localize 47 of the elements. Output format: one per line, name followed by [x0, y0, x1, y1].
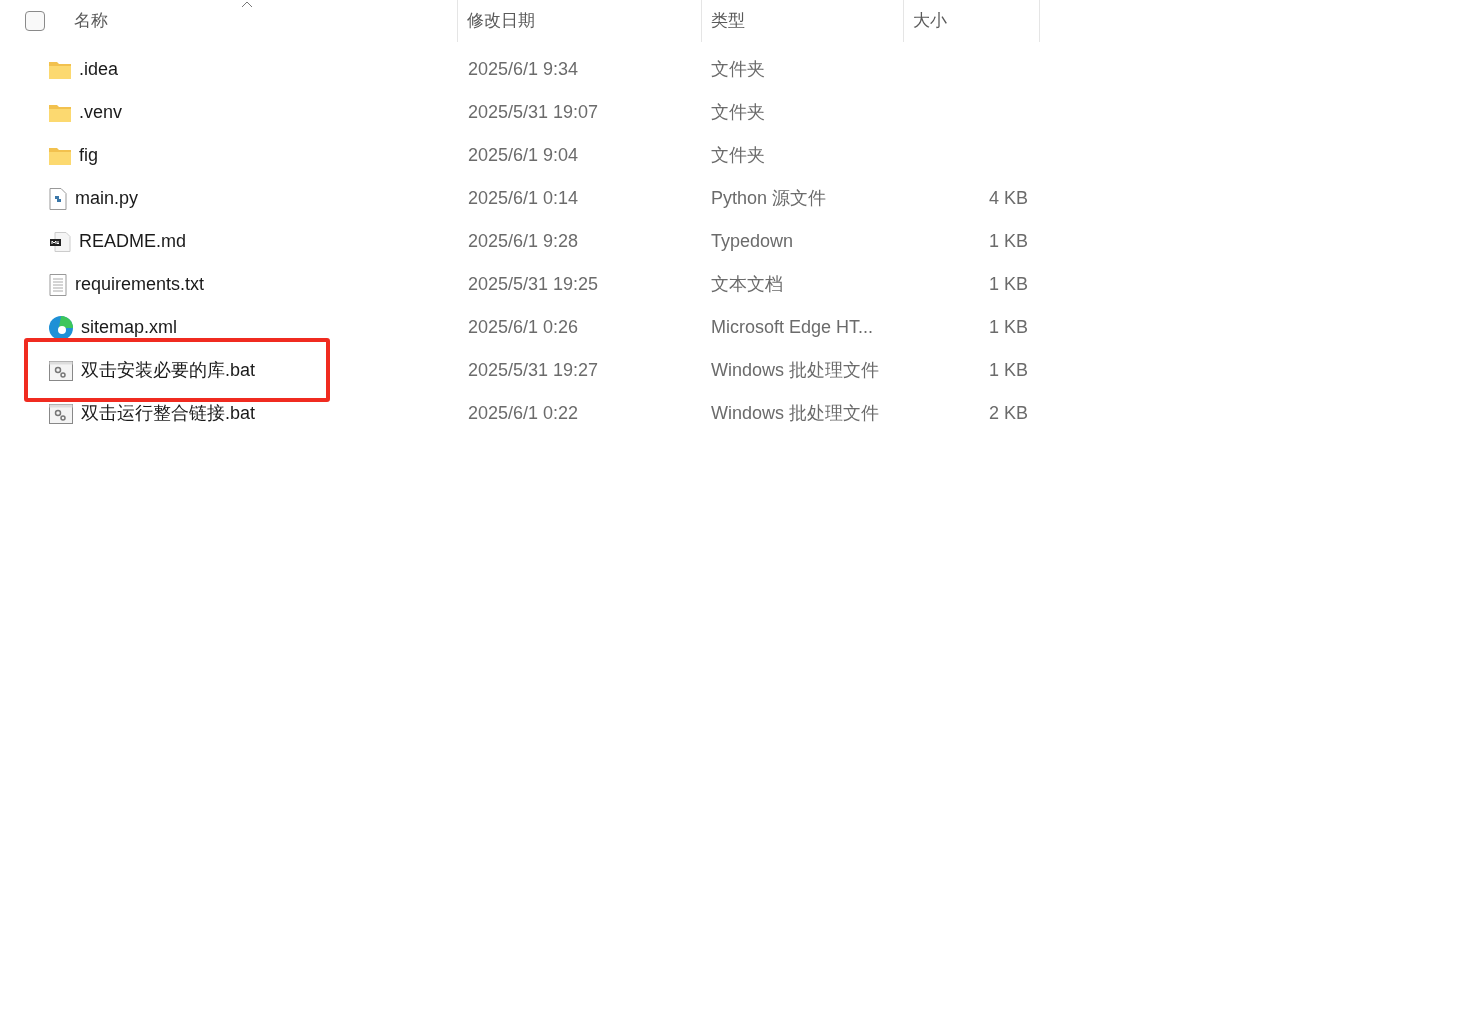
column-header[interactable]: 修改日期 — [467, 8, 535, 34]
modified-date: 2025/6/1 9:34 — [468, 59, 579, 79]
gear-file-icon — [49, 360, 73, 381]
file-size: 1 KB — [988, 231, 1028, 251]
file-size: 1 KB — [988, 360, 1028, 380]
modified-date: 2025/5/31 19:25 — [468, 274, 599, 294]
modified-date: 2025/6/1 0:22 — [468, 403, 579, 423]
file-name[interactable]: 双击安装必要的库.bat — [81, 357, 256, 384]
file-type: 文件夹 — [711, 59, 765, 79]
gear-file-icon — [49, 403, 73, 424]
file-name[interactable]: sitemap.xml — [81, 314, 178, 341]
file-size: 1 KB — [988, 317, 1028, 337]
file-type: Windows 批处理文件 — [711, 360, 880, 380]
modified-date: 2025/6/1 9:28 — [468, 231, 579, 251]
modified-date: 2025/6/1 0:14 — [468, 188, 579, 208]
file-type: Typedown — [711, 231, 794, 251]
modified-date: 2025/6/1 9:04 — [468, 145, 579, 165]
folder-icon — [49, 103, 71, 122]
column-header[interactable]: 名称 — [74, 8, 108, 34]
file-size: 2 KB — [988, 403, 1028, 423]
file-name[interactable]: main.py — [75, 185, 139, 212]
text-file-icon — [49, 273, 67, 296]
modified-date: 2025/5/31 19:07 — [468, 102, 599, 122]
file-type: 文本文档 — [711, 274, 783, 294]
file-name[interactable]: requirements.txt — [75, 271, 205, 298]
file-size: 1 KB — [988, 274, 1028, 294]
file-name[interactable]: .venv — [79, 99, 123, 126]
file-type: Windows 批处理文件 — [711, 403, 880, 423]
file-type: Microsoft Edge HT... — [711, 317, 874, 337]
file-name[interactable]: 双击运行整合链接.bat — [81, 400, 256, 427]
python-file-icon — [49, 187, 67, 210]
file-name[interactable]: README.md — [79, 228, 186, 255]
select-all-checkbox[interactable] — [25, 11, 45, 31]
file-name[interactable]: fig — [79, 142, 98, 169]
file-size: 4 KB — [988, 188, 1028, 208]
modified-date: 2025/5/31 19:27 — [468, 360, 599, 380]
folder-icon — [49, 146, 71, 165]
folder-icon — [49, 60, 71, 79]
browser-icon — [49, 315, 73, 340]
modified-date: 2025/6/1 0:26 — [468, 317, 579, 337]
file-type: Python 源文件 — [711, 188, 827, 208]
file-type: 文件夹 — [711, 102, 765, 122]
markdown-file-icon — [49, 231, 71, 252]
column-header[interactable]: 大小 — [913, 8, 947, 34]
file-type: 文件夹 — [711, 145, 765, 165]
column-header[interactable]: 类型 — [711, 8, 745, 34]
file-name[interactable]: .idea — [79, 56, 119, 83]
